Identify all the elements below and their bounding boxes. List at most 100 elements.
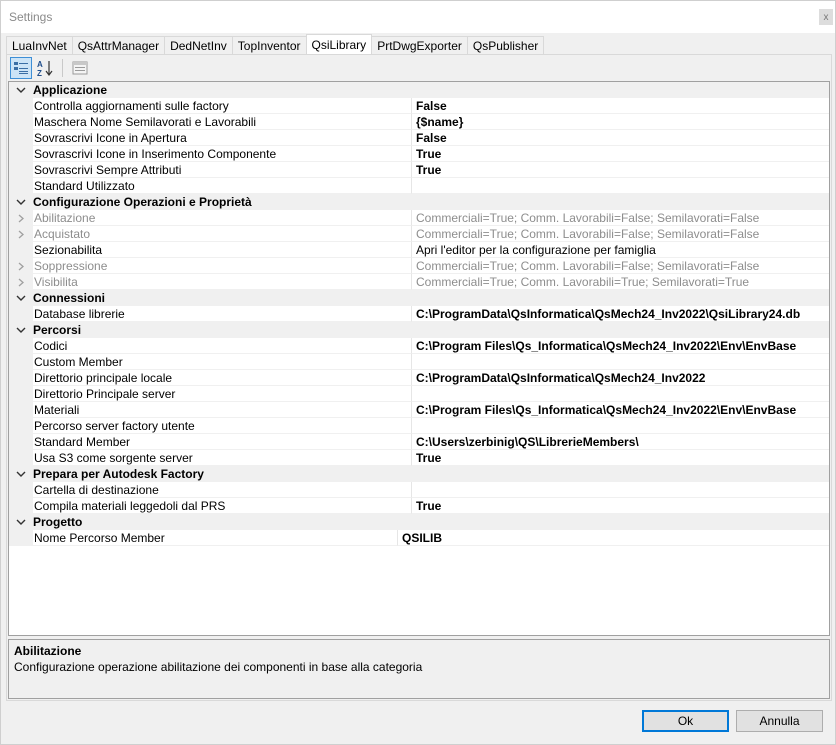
property-value[interactable]: C:\Program Files\Qs_Informatica\QsMech24… [411, 338, 829, 354]
chevron-down-icon[interactable] [9, 86, 33, 94]
property-name: Direttorio principale locale [33, 370, 411, 386]
property-row[interactable]: Sovrascrivi Icone in Inserimento Compone… [9, 146, 829, 162]
category-row[interactable]: Progetto [9, 514, 829, 530]
chevron-down-icon[interactable] [9, 294, 33, 302]
property-value[interactable] [411, 354, 829, 370]
description-panel: Abilitazione Configurazione operazione a… [8, 639, 830, 699]
property-value[interactable] [411, 418, 829, 434]
tab-qsattrmanager[interactable]: QsAttrManager [71, 36, 166, 54]
property-value[interactable]: False [411, 130, 829, 146]
property-value[interactable]: Commerciali=True; Comm. Lavorabili=True;… [411, 274, 829, 290]
property-value[interactable]: Commerciali=True; Comm. Lavorabili=False… [411, 210, 829, 226]
close-icon[interactable]: x [819, 9, 833, 25]
svg-text:A: A [37, 60, 43, 69]
property-value[interactable]: Apri l'editor per la configurazione per … [411, 242, 829, 258]
property-row[interactable]: Materiali C:\Program Files\Qs_Informatica… [9, 402, 829, 418]
property-value[interactable]: QSILIB [397, 530, 829, 546]
cancel-button[interactable]: Annulla [736, 710, 823, 732]
property-row[interactable]: Database librerie C:\ProgramData\QsInform… [9, 306, 829, 322]
property-row[interactable]: Compila materiali leggedoli dal PRS True [9, 498, 829, 514]
property-name: Direttorio Principale server [33, 386, 411, 402]
category-row[interactable]: Configurazione Operazioni e Proprietà [9, 194, 829, 210]
property-name: Visibilita [33, 274, 411, 290]
sort-az-icon[interactable]: A Z [34, 57, 56, 79]
tab-luainvnet[interactable]: LuaInvNet [6, 36, 73, 54]
category-label: Connessioni [33, 291, 106, 305]
property-row[interactable]: Custom Member [9, 354, 829, 370]
property-row[interactable]: Visibilita Commerciali=True; Comm. Lavora… [9, 274, 829, 290]
property-value[interactable]: True [411, 498, 829, 514]
tab-qsilibrary[interactable]: QsiLibrary [305, 34, 373, 54]
property-row[interactable]: Standard Member C:\Users\zerbinig\QS\Libr… [9, 434, 829, 450]
property-name: Abilitazione [33, 210, 411, 226]
row-gutter [9, 498, 33, 514]
chevron-down-icon[interactable] [9, 326, 33, 334]
property-value[interactable] [411, 482, 829, 498]
property-row[interactable]: Direttorio Principale server [9, 386, 829, 402]
chevron-right-icon[interactable] [9, 258, 33, 274]
property-value[interactable]: {$name} [411, 114, 829, 130]
chevron-right-icon[interactable] [9, 210, 33, 226]
property-row[interactable]: Standard Utilizzato [9, 178, 829, 194]
property-name: Standard Member [33, 434, 411, 450]
chevron-down-icon[interactable] [9, 470, 33, 478]
property-value[interactable]: C:\Users\zerbinig\QS\LibrerieMembers\ [411, 434, 829, 450]
property-row[interactable]: Codici C:\Program Files\Qs_Informatica\Qs… [9, 338, 829, 354]
property-name: Standard Utilizzato [33, 178, 411, 194]
category-label: Prepara per Autodesk Factory [33, 467, 204, 481]
property-row[interactable]: Acquistato Commerciali=True; Comm. Lavora… [9, 226, 829, 242]
property-name: Sovrascrivi Icone in Apertura [33, 130, 411, 146]
tab-panel: A Z Applicazione Controlla aggiornamenti … [6, 54, 832, 701]
chevron-right-icon[interactable] [9, 226, 33, 242]
property-row[interactable]: Sovrascrivi Sempre Attributi True [9, 162, 829, 178]
category-row[interactable]: Connessioni [9, 290, 829, 306]
property-name: Compila materiali leggedoli dal PRS [33, 498, 411, 514]
category-row[interactable]: Applicazione [9, 82, 829, 98]
property-row[interactable]: Direttorio principale locale C:\ProgramDa… [9, 370, 829, 386]
property-row[interactable]: Cartella di destinazione [9, 482, 829, 498]
window-title: Settings [9, 10, 53, 24]
chevron-down-icon[interactable] [9, 518, 33, 526]
category-row[interactable]: Percorsi [9, 322, 829, 338]
toolbar-separator [62, 59, 63, 77]
property-value[interactable]: C:\Program Files\Qs_Informatica\QsMech24… [411, 402, 829, 418]
property-value[interactable]: True [411, 450, 829, 466]
property-value[interactable] [411, 386, 829, 402]
property-row[interactable]: Maschera Nome Semilavorati e Lavorabili{… [9, 114, 829, 130]
property-value[interactable]: Commerciali=True; Comm. Lavorabili=False… [411, 226, 829, 242]
chevron-down-icon[interactable] [9, 198, 33, 206]
tab-qspublisher[interactable]: QsPublisher [466, 36, 545, 54]
property-row[interactable]: Controlla aggiornamenti sulle factory Fal… [9, 98, 829, 114]
chevron-right-icon[interactable] [9, 274, 33, 290]
property-value[interactable] [411, 178, 829, 194]
row-gutter [9, 370, 33, 386]
row-gutter [9, 130, 33, 146]
property-value[interactable]: C:\ProgramData\QsInformatica\QsMech24_In… [411, 370, 829, 386]
property-row[interactable]: Usa S3 come sorgente server True [9, 450, 829, 466]
property-value[interactable]: True [411, 146, 829, 162]
row-gutter [9, 450, 33, 466]
property-name: Database librerie [33, 306, 411, 322]
tab-dednetinv[interactable]: DedNetInv [164, 36, 233, 54]
property-row[interactable]: Nome Percorso Member QSILIB [9, 530, 829, 546]
property-pages-icon[interactable] [69, 57, 91, 79]
property-name: Sovrascrivi Icone in Inserimento Compone… [33, 146, 411, 162]
row-gutter [9, 338, 33, 354]
property-row[interactable]: Sezionabilita Apri l'editor per la config… [9, 242, 829, 258]
property-value[interactable]: Commerciali=True; Comm. Lavorabili=False… [411, 258, 829, 274]
tab-prtdwgexporter[interactable]: PrtDwgExporter [371, 36, 468, 54]
property-name: Acquistato [33, 226, 411, 242]
property-value[interactable]: True [411, 162, 829, 178]
ok-button[interactable]: Ok [642, 710, 729, 732]
tab-topinventor[interactable]: TopInventor [231, 36, 307, 54]
property-name: Soppressione [33, 258, 411, 274]
property-row[interactable]: Percorso server factory utente [9, 418, 829, 434]
property-value[interactable]: C:\ProgramData\QsInformatica\QsMech24_In… [411, 306, 829, 322]
property-value[interactable]: False [411, 98, 829, 114]
property-row[interactable]: Abilitazione Commerciali=True; Comm. Lavo… [9, 210, 829, 226]
categorized-icon[interactable] [10, 57, 32, 79]
property-row[interactable]: Soppressione Commerciali=True; Comm. Lavo… [9, 258, 829, 274]
property-name: Custom Member [33, 354, 411, 370]
category-row[interactable]: Prepara per Autodesk Factory [9, 466, 829, 482]
property-row[interactable]: Sovrascrivi Icone in Apertura False [9, 130, 829, 146]
